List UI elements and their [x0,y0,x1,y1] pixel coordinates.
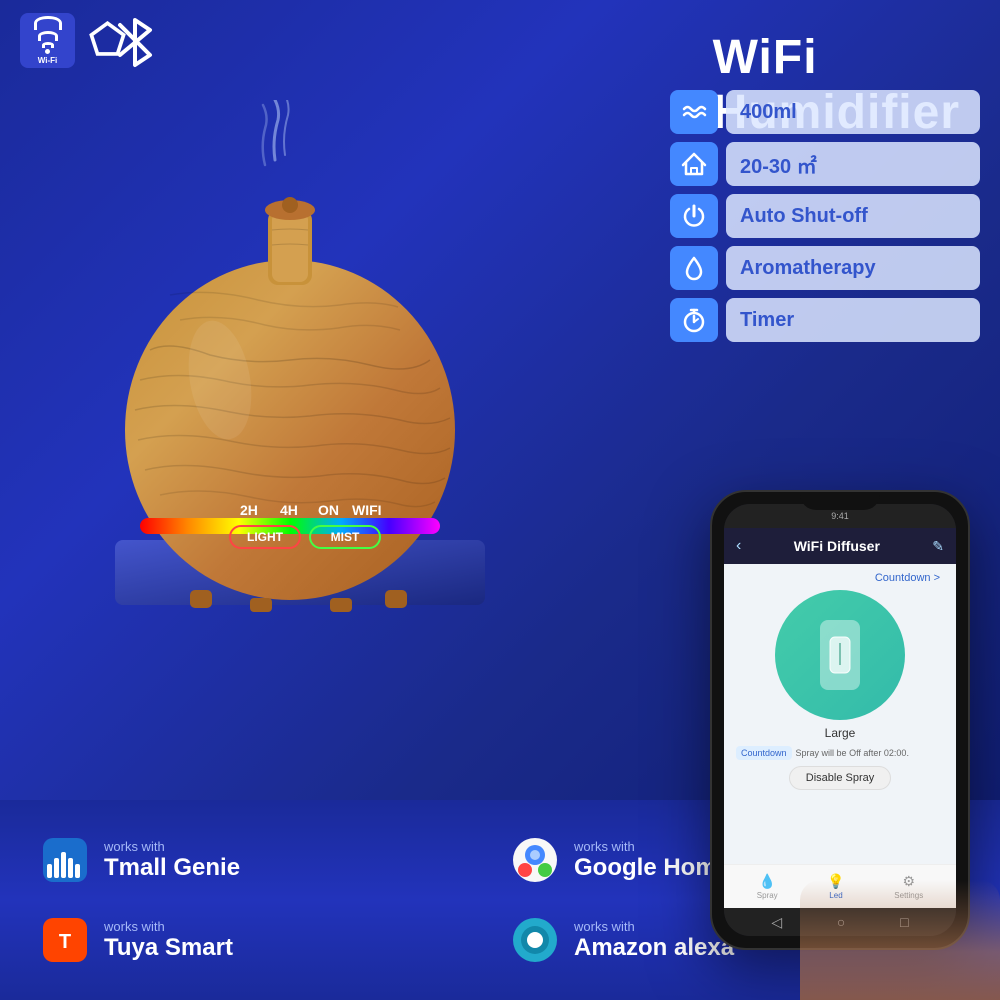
hand-visual [800,880,1000,1000]
tuya-works-with: works with [104,919,233,934]
status-time: 9:41 [831,511,849,521]
feature-coverage: 20-30 ㎡ [670,142,980,186]
tmall-brand: Tmall Genie [104,854,240,882]
spray-tab-icon: 💧 [759,873,776,890]
capacity-icon-box [670,90,718,134]
wifi-dot [45,49,50,54]
droplet-icon [681,255,707,281]
feature-aromatherapy: Aromatherapy [670,246,980,290]
autoshutoff-icon-box [670,194,718,238]
wifi-arc-small [42,42,54,48]
size-label: Large [825,726,856,740]
phone-notch [800,492,880,510]
tmall-icon [40,835,90,885]
svg-text:LIGHT: LIGHT [247,530,284,544]
autoshutoff-label: Auto Shut-off [740,205,868,228]
aromatherapy-label-box: Aromatherapy [726,246,980,290]
compat-tuya: T works with Tuya Smart [30,903,500,977]
home-icon [681,151,707,177]
tab-spray[interactable]: 💧 Spray [757,873,778,900]
phone-circle-control[interactable] [775,590,905,720]
capacity-label: 400ml [740,101,797,124]
spray-info: Countdown Spray will be Off after 02:00. [732,746,948,760]
wifi-arc-large [34,16,62,30]
bluetooth-icon: ⬠ [80,13,135,68]
svg-text:4H: 4H [280,502,298,518]
phone-area: 9:41 ‹ WiFi Diffuser ✎ Countdown > [710,490,990,970]
phone-countdown-label[interactable]: Countdown > [732,572,948,584]
google-icon [510,835,560,885]
spray-tab-label: Spray [757,891,778,900]
humidifier-svg: 2H 4H ON WIFI LIGHT MIST [90,100,510,620]
wifi-label: Wi-Fi [38,56,57,65]
nav-back-btn[interactable]: ◁ [771,914,782,931]
bt-svg [110,15,160,70]
tuya-icon: T [40,915,90,965]
phone-screen: 9:41 ‹ WiFi Diffuser ✎ Countdown > [724,504,956,936]
tuya-text: works with Tuya Smart [104,919,233,962]
capacity-label-box: 400ml [726,90,980,134]
back-arrow-icon[interactable]: ‹ [736,537,741,555]
tmall-works-with: works with [104,839,240,854]
svg-text:2H: 2H [240,502,258,518]
timer-label-box: Timer [726,298,980,342]
tuya-brand: Tuya Smart [104,934,233,962]
phone-content: Countdown > Large Countdown Spr [724,564,956,864]
aromatherapy-icon-box [670,246,718,290]
svg-text:MIST: MIST [331,530,360,544]
svg-text:T: T [59,931,71,953]
product-area: 2H 4H ON WIFI LIGHT MIST [0,80,600,640]
connectivity-icons: Wi-Fi ⬠ [20,13,135,68]
compat-tmall: works with Tmall Genie [30,823,500,897]
phone-app-title: WiFi Diffuser [749,538,924,554]
phone-nav-bar: ‹ WiFi Diffuser ✎ [724,528,956,564]
google-works-with: works with [574,839,730,854]
timer-icon [681,307,707,333]
features-list: 400ml 20-30 ㎡ Auto Shut-off [670,90,980,342]
feature-autoshutoff: Auto Shut-off [670,194,980,238]
google-brand: Google Home [574,854,730,882]
autoshutoff-label-box: Auto Shut-off [726,194,980,238]
disable-spray-button[interactable]: Disable Spray [789,766,891,790]
wifi-icon-box: Wi-Fi [20,13,75,68]
timer-icon-box [670,298,718,342]
countdown-badge: Countdown [736,746,792,760]
feature-timer: Timer [670,298,980,342]
wifi-arc-medium [38,31,58,41]
alexa-icon [510,915,560,965]
water-waves-icon [681,99,707,125]
phone-device-visual [820,620,860,690]
coverage-label-box: 20-30 ㎡ [726,142,980,186]
svg-text:ON: ON [318,502,339,518]
coverage-label: 20-30 ㎡ [740,150,817,179]
edit-icon[interactable]: ✎ [932,538,944,555]
google-text: works with Google Home [574,839,730,882]
timer-label: Timer [740,309,794,332]
coverage-icon-box [670,142,718,186]
svg-text:WIFI: WIFI [352,502,382,518]
wifi-signal [34,16,62,54]
countdown-text: Countdown > [875,572,940,584]
aromatherapy-label: Aromatherapy [740,257,876,280]
tmall-text: works with Tmall Genie [104,839,240,882]
spray-off-text: Spray will be Off after 02:00. [796,748,909,758]
power-icon [681,203,707,229]
feature-capacity: 400ml [670,90,980,134]
